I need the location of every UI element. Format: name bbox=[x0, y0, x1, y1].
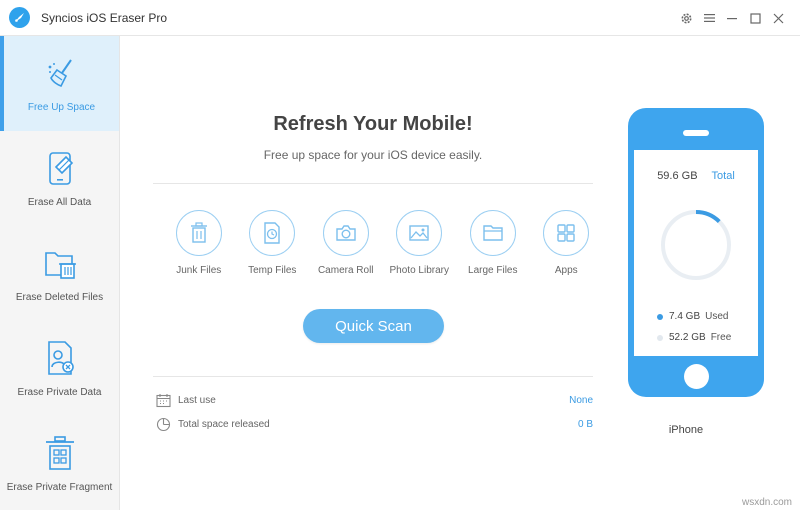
camera-icon bbox=[322, 210, 369, 256]
free-value: 52.2 GB bbox=[669, 332, 706, 343]
storage-gauge bbox=[661, 210, 731, 280]
app-logo-icon bbox=[9, 7, 30, 28]
apps-icon bbox=[543, 210, 590, 256]
sidebar-item-free-up-space[interactable]: Free Up Space bbox=[0, 36, 119, 131]
category-temp-files[interactable]: Temp Files bbox=[236, 210, 310, 276]
category-label: Junk Files bbox=[176, 265, 222, 276]
folder-trash-icon bbox=[42, 244, 78, 282]
pie-chart-icon bbox=[155, 416, 171, 432]
category-label: Apps bbox=[554, 265, 578, 276]
sidebar-item-label: Erase All Data bbox=[27, 197, 92, 208]
space-released-row: Total space released 0 B bbox=[155, 415, 593, 433]
phone-eraser-icon bbox=[42, 149, 78, 187]
device-screen: 59.6 GB Total 7.4 GB Used 52.2 GB Free bbox=[634, 150, 758, 356]
category-label: Camera Roll bbox=[317, 265, 374, 276]
category-junk-files[interactable]: Junk Files bbox=[162, 210, 236, 276]
category-label: Photo Library bbox=[389, 265, 449, 276]
calendar-icon bbox=[155, 392, 171, 408]
scan-category-list: Junk Files Temp Files Camera Roll Photo … bbox=[162, 210, 603, 276]
sidebar-item-label: Erase Private Data bbox=[17, 387, 102, 398]
sidebar-item-label: Erase Deleted Files bbox=[15, 292, 104, 303]
sidebar-item-erase-all-data[interactable]: Erase All Data bbox=[0, 131, 119, 226]
used-legend: 7.4 GB Used bbox=[657, 311, 729, 322]
space-released-label: Total space released bbox=[178, 418, 270, 430]
menu-icon[interactable] bbox=[698, 8, 721, 28]
page-subtitle: Free up space for your iOS device easily… bbox=[263, 148, 483, 162]
sidebar-item-label: Free Up Space bbox=[27, 102, 96, 113]
broom-icon bbox=[44, 54, 80, 92]
page-title: Refresh Your Mobile! bbox=[273, 113, 473, 135]
settings-gear-icon[interactable] bbox=[675, 8, 698, 28]
minimize-icon[interactable] bbox=[721, 8, 744, 28]
divider bbox=[153, 183, 593, 184]
free-dot bbox=[657, 334, 663, 341]
category-large-files[interactable]: Large Files bbox=[456, 210, 530, 276]
home-button bbox=[684, 364, 709, 389]
photo-icon bbox=[396, 210, 443, 256]
category-apps[interactable]: Apps bbox=[530, 210, 604, 276]
category-photo-library[interactable]: Photo Library bbox=[383, 210, 457, 276]
divider bbox=[153, 376, 593, 377]
last-use-label: Last use bbox=[178, 394, 216, 406]
quick-scan-button[interactable]: Quick Scan bbox=[303, 309, 444, 343]
trash-icon bbox=[175, 210, 222, 256]
free-label: Free bbox=[710, 332, 732, 343]
category-label: Temp Files bbox=[248, 265, 297, 276]
fragment-trash-icon bbox=[42, 434, 78, 472]
sidebar-item-erase-private-data[interactable]: Erase Private Data bbox=[0, 321, 119, 416]
used-dot bbox=[657, 313, 663, 320]
sidebar-item-erase-private-fragment[interactable]: Erase Private Fragment bbox=[0, 416, 119, 510]
maximize-icon[interactable] bbox=[744, 8, 767, 28]
last-use-row: Last use None bbox=[155, 391, 593, 409]
free-legend: 52.2 GB Free bbox=[657, 332, 731, 343]
device-name: iPhone bbox=[668, 424, 704, 436]
capacity-label: Total bbox=[711, 170, 735, 182]
category-label: Large Files bbox=[468, 265, 518, 276]
capacity-row: 59.6 GB Total bbox=[634, 170, 758, 182]
capacity-value: 59.6 GB bbox=[657, 170, 698, 182]
folder-icon bbox=[469, 210, 516, 256]
last-use-value: None bbox=[569, 394, 593, 406]
close-icon[interactable] bbox=[767, 8, 790, 28]
device-illustration: 59.6 GB Total 7.4 GB Used 52.2 GB Free bbox=[628, 108, 764, 397]
phone-speaker bbox=[683, 130, 709, 136]
sidebar-item-erase-deleted-files[interactable]: Erase Deleted Files bbox=[0, 226, 119, 321]
title-bar: Syncios iOS Eraser Pro bbox=[0, 0, 800, 36]
gauge-track bbox=[661, 210, 731, 280]
app-title: Syncios iOS Eraser Pro bbox=[41, 11, 168, 25]
used-label: Used bbox=[705, 311, 729, 322]
watermark: wsxdn.com bbox=[741, 497, 792, 508]
sidebar-item-label: Erase Private Fragment bbox=[6, 482, 113, 493]
category-camera-roll[interactable]: Camera Roll bbox=[309, 210, 383, 276]
used-value: 7.4 GB bbox=[669, 311, 701, 322]
sidebar: Free Up Space Erase All Data Erase Delet… bbox=[0, 36, 120, 510]
space-released-value: 0 B bbox=[577, 418, 593, 430]
private-doc-icon bbox=[42, 339, 78, 377]
temp-file-icon bbox=[249, 210, 296, 256]
